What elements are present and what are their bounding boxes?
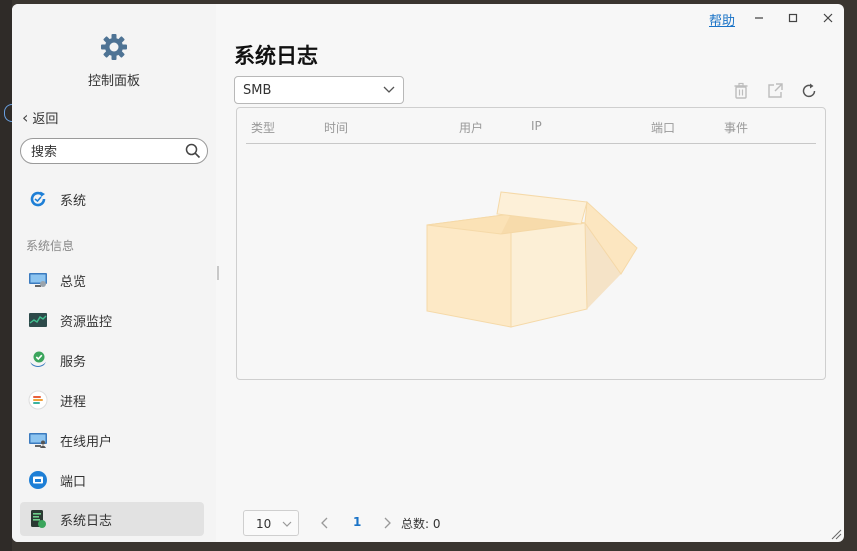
- desktop-background: [0, 0, 13, 551]
- online-user-icon: [29, 433, 47, 448]
- help-link[interactable]: 帮助: [709, 10, 735, 29]
- maximize-icon[interactable]: [782, 8, 804, 28]
- page-title: 系统日志: [234, 44, 318, 68]
- chevron-down-icon: [383, 86, 395, 93]
- sidebar-item-system-log[interactable]: 系统日志: [20, 502, 204, 536]
- sidebar-item-services[interactable]: 服务: [20, 343, 204, 377]
- pagination: 10 1 总数: 0: [243, 510, 643, 536]
- system-log-icon: [31, 510, 46, 528]
- column-header-port[interactable]: 端口: [651, 119, 675, 136]
- sidebar-item-label: 在线用户: [60, 434, 113, 450]
- table-header: 类型 时间 用户 IP 端口 事件: [237, 108, 825, 144]
- search-box: [20, 138, 208, 164]
- sidebar-item-label: 系统日志: [60, 513, 113, 529]
- sidebar-item-label: 进程: [60, 394, 87, 410]
- sidebar-item-overview[interactable]: 总览: [20, 263, 204, 297]
- chevron-down-icon: [282, 521, 292, 527]
- column-header-event[interactable]: 事件: [724, 119, 748, 136]
- log-table: 类型 时间 用户 IP 端口 事件: [236, 107, 826, 380]
- log-type-select[interactable]: SMB: [234, 76, 404, 104]
- search-input[interactable]: [29, 142, 183, 162]
- sidebar-item-label: 端口: [60, 474, 87, 490]
- close-icon[interactable]: [817, 8, 839, 28]
- refresh-icon[interactable]: [800, 82, 818, 100]
- minimize-icon[interactable]: [748, 8, 770, 28]
- page-size-select[interactable]: 10: [243, 510, 299, 536]
- section-label-system-info: 系统信息: [26, 239, 75, 253]
- process-list-icon: [28, 390, 48, 410]
- sidebar-item-label: 总览: [60, 274, 87, 290]
- resize-grip-icon[interactable]: [830, 528, 842, 540]
- sidebar-item-label: 服务: [60, 354, 87, 370]
- column-header-ip[interactable]: IP: [531, 119, 542, 133]
- log-type-value: SMB: [243, 83, 272, 98]
- main-panel: 帮助 系统日志 SMB 类型 时间 用户 IP 端口 事件 10 1 总数: 0: [216, 4, 844, 542]
- page-size-value: 10: [256, 517, 272, 531]
- system-sync-icon: [30, 191, 46, 207]
- gear-icon: [101, 34, 127, 60]
- port-icon: [29, 471, 47, 489]
- sidebar-item-ports[interactable]: 端口: [20, 463, 204, 497]
- current-page[interactable]: 1: [353, 515, 361, 529]
- sidebar-item-label: 系统: [60, 193, 87, 209]
- resource-monitor-icon: [29, 313, 47, 327]
- app-title: 控制面板: [87, 74, 140, 89]
- column-header-time[interactable]: 时间: [324, 119, 348, 136]
- sidebar-item-label: 资源监控: [60, 314, 113, 330]
- search-icon[interactable]: [185, 143, 201, 159]
- back-button[interactable]: ‹ 返回: [22, 108, 58, 127]
- chevron-left-icon[interactable]: [319, 516, 331, 530]
- export-icon[interactable]: [766, 82, 784, 100]
- sidebar-item-system[interactable]: 系统: [20, 182, 204, 216]
- control-panel-window: 控制面板 ‹ 返回 系统 系统信息: [12, 4, 844, 542]
- empty-box-icon: [426, 191, 638, 328]
- chevron-right-icon[interactable]: [381, 516, 393, 530]
- sidebar: 控制面板 ‹ 返回 系统 系统信息: [12, 4, 219, 542]
- chevron-left-icon: ‹: [22, 107, 29, 127]
- sidebar-item-online-users[interactable]: 在线用户: [20, 423, 204, 457]
- column-header-user[interactable]: 用户: [459, 119, 483, 136]
- sidebar-header: 控制面板: [12, 32, 216, 89]
- service-check-icon: [30, 351, 46, 367]
- total-count: 总数: 0: [401, 517, 441, 531]
- sidebar-item-resource-monitor[interactable]: 资源监控: [20, 303, 204, 337]
- back-label: 返回: [32, 112, 59, 127]
- monitor-icon: [29, 273, 47, 287]
- delete-icon[interactable]: [732, 82, 750, 100]
- column-header-type[interactable]: 类型: [251, 119, 275, 136]
- header-divider: [246, 143, 816, 144]
- sidebar-item-processes[interactable]: 进程: [20, 383, 204, 417]
